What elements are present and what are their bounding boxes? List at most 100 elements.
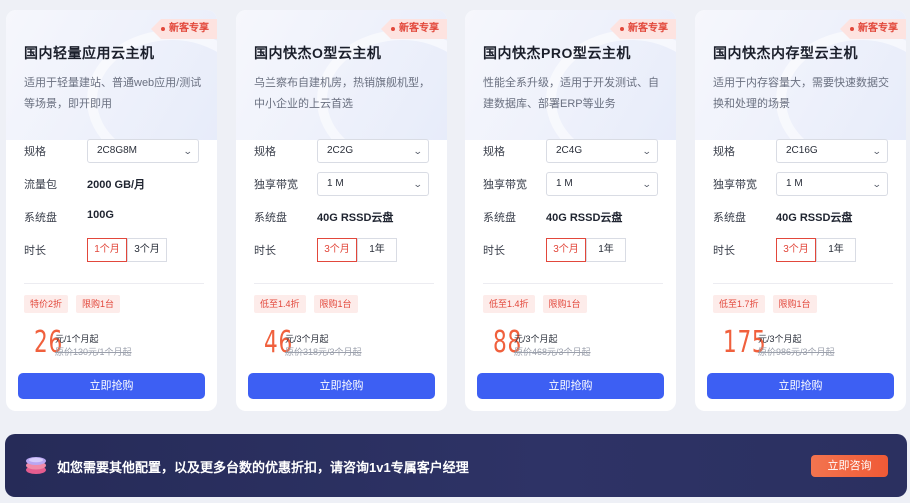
promo-tags: 特价2折 限购1台 xyxy=(24,295,121,313)
duration-row: 时长 1个月 3个月 xyxy=(24,238,204,262)
spec-select[interactable]: 2C2G ⌄ xyxy=(317,139,429,163)
divider xyxy=(254,283,434,284)
spec-label: 规格 xyxy=(483,146,505,158)
promo-tag: 限购1台 xyxy=(76,295,121,313)
consult-button[interactable]: 立即咨询 xyxy=(811,455,888,477)
bandwidth-select[interactable]: 1 M ⌄ xyxy=(776,172,888,196)
chevron-down-icon: ⌄ xyxy=(872,179,883,189)
duration-option[interactable]: 1年 xyxy=(357,238,397,262)
card-title: 国内快杰内存型云主机 xyxy=(713,45,858,61)
duration-option[interactable]: 1个月 xyxy=(87,238,127,262)
stack-layers-icon xyxy=(26,457,46,474)
duration-label: 时长 xyxy=(24,245,46,257)
duration-label: 时长 xyxy=(254,245,276,257)
price-unit: 元/3个月起 xyxy=(285,334,329,344)
spec-select[interactable]: 2C8G8M ⌄ xyxy=(87,139,199,163)
card-title: 国内轻量应用云主机 xyxy=(24,45,155,61)
bandwidth-row: 独享带宽 1 M ⌄ xyxy=(254,172,434,196)
promo-tag: 低至1.4折 xyxy=(483,295,535,313)
original-price: 原价468元/3个月起 xyxy=(514,347,591,357)
product-card: 新客专享 国内快杰内存型云主机 适用于内存容量大，需要快速数据交换和处理的场景 … xyxy=(695,10,906,411)
duration-options: 3个月 1年 xyxy=(317,238,397,262)
original-price: 原价318元/3个月起 xyxy=(285,347,362,357)
row2-label: 独享带宽 xyxy=(713,179,757,191)
promo-tag: 低至1.7折 xyxy=(713,295,765,313)
buy-now-button[interactable]: 立即抢购 xyxy=(707,373,894,399)
card-title: 国内快杰O型云主机 xyxy=(254,45,382,61)
new-customer-badge: 新客专享 xyxy=(151,19,217,39)
duration-option[interactable]: 1年 xyxy=(816,238,856,262)
promo-tags: 低至1.7折 限购1台 xyxy=(713,295,817,313)
bandwidth-row: 流量包 2000 GB/月 xyxy=(24,172,204,196)
spec-row: 规格 2C4G ⌄ xyxy=(483,139,663,163)
bandwidth-select[interactable]: 1 M ⌄ xyxy=(317,172,429,196)
chevron-down-icon: ⌄ xyxy=(642,179,653,189)
spec-row: 规格 2C16G ⌄ xyxy=(713,139,893,163)
duration-row: 时长 3个月 1年 xyxy=(254,238,434,262)
bandwidth-value: 1 M xyxy=(327,178,344,189)
duration-row: 时长 3个月 1年 xyxy=(483,238,663,262)
price-unit: 元/3个月起 xyxy=(758,334,802,344)
card-description: 性能全系升级，适用于开发测试、自建数据库、部署ERP等业务 xyxy=(483,77,659,110)
duration-options: 1个月 3个月 xyxy=(87,238,167,262)
card-description: 乌兰察布自建机房，热销旗舰机型，中小企业的上云首选 xyxy=(254,77,430,110)
new-customer-badge: 新客专享 xyxy=(610,19,676,39)
divider xyxy=(713,283,893,284)
card-description: 适用于轻量建站、普通web应用/测试等场景，即开即用 xyxy=(24,77,202,110)
banner-text: 如您需要其他配置，以及更多台数的优惠折扣，请咨询1v1专属客户经理 xyxy=(57,460,469,475)
disk-row: 系统盘 40G RSSD云盘 xyxy=(254,205,434,229)
disk-value: 40G RSSD云盘 xyxy=(776,212,853,224)
row2-label: 流量包 xyxy=(24,179,57,191)
duration-option[interactable]: 1年 xyxy=(586,238,626,262)
spec-value: 2C2G xyxy=(327,145,354,156)
bandwidth-row: 独享带宽 1 M ⌄ xyxy=(483,172,663,196)
disk-value: 40G RSSD云盘 xyxy=(546,212,623,224)
duration-option[interactable]: 3个月 xyxy=(127,238,167,262)
product-card: 新客专享 国内快杰PRO型云主机 性能全系升级，适用于开发测试、自建数据库、部署… xyxy=(465,10,676,411)
disk-label: 系统盘 xyxy=(24,212,57,224)
chevron-down-icon: ⌄ xyxy=(413,146,424,156)
card-title: 国内快杰PRO型云主机 xyxy=(483,45,631,61)
spec-label: 规格 xyxy=(254,146,276,158)
disk-label: 系统盘 xyxy=(254,212,287,224)
spec-value: 2C8G8M xyxy=(97,145,138,156)
promo-tag: 限购1台 xyxy=(772,295,817,313)
new-customer-badge: 新客专享 xyxy=(381,19,447,39)
duration-option[interactable]: 3个月 xyxy=(317,238,357,262)
chevron-down-icon: ⌄ xyxy=(413,179,424,189)
chevron-down-icon: ⌄ xyxy=(872,146,883,156)
disk-row: 系统盘 40G RSSD云盘 xyxy=(713,205,893,229)
bandwidth-select[interactable]: 1 M ⌄ xyxy=(546,172,658,196)
promo-tags: 低至1.4折 限购1台 xyxy=(483,295,587,313)
spec-label: 规格 xyxy=(713,146,735,158)
spec-label: 规格 xyxy=(24,146,46,158)
product-card: 新客专享 国内快杰O型云主机 乌兰察布自建机房，热销旗舰机型，中小企业的上云首选… xyxy=(236,10,447,411)
buy-now-button[interactable]: 立即抢购 xyxy=(477,373,664,399)
spec-select[interactable]: 2C4G ⌄ xyxy=(546,139,658,163)
duration-option[interactable]: 3个月 xyxy=(776,238,816,262)
duration-options: 3个月 1年 xyxy=(546,238,626,262)
new-customer-badge: 新客专享 xyxy=(840,19,906,39)
duration-label: 时长 xyxy=(483,245,505,257)
promo-tag: 限购1台 xyxy=(313,295,358,313)
price-unit: 元/3个月起 xyxy=(514,334,558,344)
buy-now-button[interactable]: 立即抢购 xyxy=(248,373,435,399)
disk-value: 40G RSSD云盘 xyxy=(317,212,394,224)
divider xyxy=(483,283,663,284)
bandwidth-value: 1 M xyxy=(786,178,803,189)
card-description: 适用于内存容量大，需要快速数据交换和处理的场景 xyxy=(713,77,889,110)
promo-tag: 限购1台 xyxy=(542,295,587,313)
spec-value: 2C16G xyxy=(786,145,818,156)
spec-select[interactable]: 2C16G ⌄ xyxy=(776,139,888,163)
bandwidth-row: 独享带宽 1 M ⌄ xyxy=(713,172,893,196)
buy-now-button[interactable]: 立即抢购 xyxy=(18,373,205,399)
promo-tags: 低至1.4折 限购1台 xyxy=(254,295,358,313)
duration-option[interactable]: 3个月 xyxy=(546,238,586,262)
bandwidth-value: 1 M xyxy=(556,178,573,189)
disk-value: 100G xyxy=(87,209,114,221)
disk-row: 系统盘 100G xyxy=(24,205,204,229)
promo-tag: 低至1.4折 xyxy=(254,295,306,313)
consult-banner: 如您需要其他配置，以及更多台数的优惠折扣，请咨询1v1专属客户经理 立即咨询 xyxy=(5,434,907,497)
row2-label: 独享带宽 xyxy=(483,179,527,191)
disk-row: 系统盘 40G RSSD云盘 xyxy=(483,205,663,229)
